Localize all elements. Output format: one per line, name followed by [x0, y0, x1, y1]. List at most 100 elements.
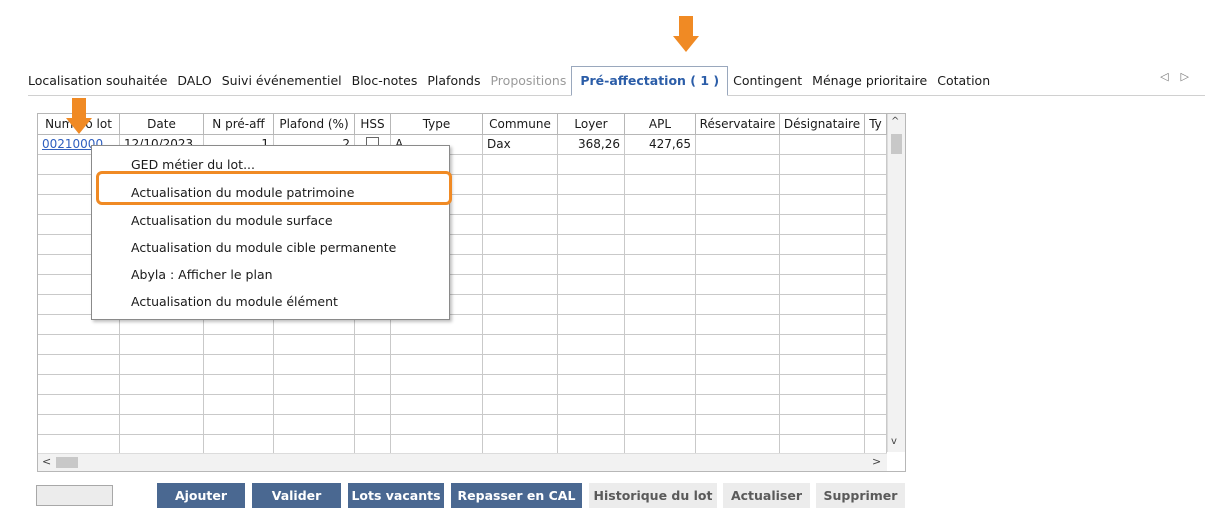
empty-cell — [625, 175, 696, 194]
empty-cell — [696, 375, 780, 394]
column-header[interactable]: N pré-aff — [204, 114, 274, 134]
empty-table-row[interactable] — [38, 435, 887, 455]
empty-cell — [558, 395, 625, 414]
empty-cell — [865, 195, 887, 214]
empty-cell — [391, 375, 483, 394]
empty-cell — [625, 375, 696, 394]
empty-cell — [120, 375, 204, 394]
supprimer-button[interactable]: Supprimer — [816, 483, 905, 508]
empty-table-row[interactable] — [38, 355, 887, 375]
scroll-down-icon[interactable]: v — [891, 436, 897, 447]
empty-cell — [625, 335, 696, 354]
empty-cell — [865, 155, 887, 174]
tab-cotation[interactable]: Cotation — [932, 73, 995, 95]
empty-cell — [558, 335, 625, 354]
cell-ty — [865, 135, 887, 154]
column-header[interactable]: Commune — [483, 114, 558, 134]
column-header[interactable]: Réservataire — [696, 114, 780, 134]
grid-header: Numéro lot Date N pré-aff Plafond (%) HS… — [38, 114, 887, 135]
empty-cell — [483, 175, 558, 194]
tab-contingent[interactable]: Contingent — [728, 73, 807, 95]
cell-commune: Dax — [483, 135, 558, 154]
empty-cell — [780, 275, 865, 294]
empty-cell — [696, 195, 780, 214]
empty-cell — [696, 315, 780, 334]
empty-cell — [865, 175, 887, 194]
empty-cell — [625, 395, 696, 414]
tab-propositions[interactable]: Propositions — [485, 73, 571, 95]
scroll-right-icon[interactable]: > — [872, 455, 881, 468]
empty-cell — [483, 315, 558, 334]
lots-vacants-button[interactable]: Lots vacants — [348, 483, 444, 508]
highlight-box — [96, 171, 452, 205]
ajouter-button[interactable]: Ajouter — [157, 483, 245, 508]
empty-cell — [483, 415, 558, 434]
empty-cell — [780, 235, 865, 254]
empty-cell — [120, 415, 204, 434]
vertical-scroll-thumb[interactable] — [891, 134, 902, 154]
menu-item-abyla-plan[interactable]: Abyla : Afficher le plan — [131, 267, 273, 282]
empty-table-row[interactable] — [38, 375, 887, 395]
scroll-up-icon[interactable]: ^ — [891, 116, 899, 127]
historique-du-lot-button[interactable]: Historique du lot — [589, 483, 717, 508]
empty-cell — [558, 355, 625, 374]
empty-cell — [483, 215, 558, 234]
empty-cell — [483, 275, 558, 294]
tab-localisation-souhaitee[interactable]: Localisation souhaitée — [28, 73, 172, 95]
menu-item-actualisation-cible[interactable]: Actualisation du module cible permanente — [131, 240, 396, 255]
horizontal-scroll-thumb[interactable] — [56, 457, 78, 468]
empty-cell — [558, 255, 625, 274]
column-header[interactable]: Type — [391, 114, 483, 134]
empty-table-row[interactable] — [38, 415, 887, 435]
empty-cell — [696, 395, 780, 414]
empty-cell — [38, 335, 120, 354]
scroll-left-icon[interactable]: < — [42, 455, 51, 468]
empty-cell — [625, 415, 696, 434]
column-header[interactable]: Ty — [865, 114, 887, 134]
actualiser-button[interactable]: Actualiser — [723, 483, 810, 508]
empty-cell — [625, 435, 696, 454]
empty-cell — [865, 435, 887, 454]
empty-cell — [355, 335, 391, 354]
empty-cell — [696, 275, 780, 294]
tab-pre-affectation[interactable]: Pré-affectation ( 1 ) — [571, 66, 729, 96]
empty-table-row[interactable] — [38, 335, 887, 355]
tab-dalo[interactable]: DALO — [172, 73, 216, 95]
empty-cell — [780, 215, 865, 234]
empty-cell — [696, 175, 780, 194]
repasser-en-cal-button[interactable]: Repasser en CAL — [451, 483, 582, 508]
empty-cell — [625, 195, 696, 214]
column-header[interactable]: Loyer — [558, 114, 625, 134]
empty-cell — [38, 395, 120, 414]
horizontal-scrollbar[interactable]: < > — [38, 453, 887, 471]
tab-scroll-left-icon[interactable]: ◁ — [1160, 70, 1180, 83]
vertical-scrollbar[interactable]: ^ v — [887, 114, 905, 452]
column-header[interactable]: APL — [625, 114, 696, 134]
empty-cell — [391, 355, 483, 374]
empty-table-row[interactable] — [38, 395, 887, 415]
cell-loyer: 368,26 — [558, 135, 625, 154]
tab-suivi-evenementiel[interactable]: Suivi événementiel — [217, 73, 347, 95]
empty-cell — [696, 435, 780, 454]
empty-cell — [120, 355, 204, 374]
column-header[interactable]: Date — [120, 114, 204, 134]
empty-cell — [274, 355, 355, 374]
tab-menage-prioritaire[interactable]: Ménage prioritaire — [807, 73, 932, 95]
tab-bloc-notes[interactable]: Bloc-notes — [347, 73, 423, 95]
empty-cell — [780, 435, 865, 454]
valider-button[interactable]: Valider — [252, 483, 341, 508]
column-header[interactable]: Plafond (%) — [274, 114, 355, 134]
tab-plafonds[interactable]: Plafonds — [422, 73, 485, 95]
column-header[interactable]: Désignataire — [780, 114, 865, 134]
menu-item-actualisation-element[interactable]: Actualisation du module élément — [131, 294, 338, 309]
menu-item-actualisation-surface[interactable]: Actualisation du module surface — [131, 213, 333, 228]
tab-scroll-right-icon[interactable]: ▷ — [1181, 70, 1201, 83]
empty-cell — [558, 215, 625, 234]
menu-item-ged-metier[interactable]: GED métier du lot... — [131, 157, 255, 172]
empty-cell — [274, 375, 355, 394]
column-header[interactable]: HSS — [355, 114, 391, 134]
empty-cell — [274, 395, 355, 414]
empty-cell — [274, 335, 355, 354]
empty-cell — [625, 295, 696, 314]
status-field — [36, 485, 113, 506]
